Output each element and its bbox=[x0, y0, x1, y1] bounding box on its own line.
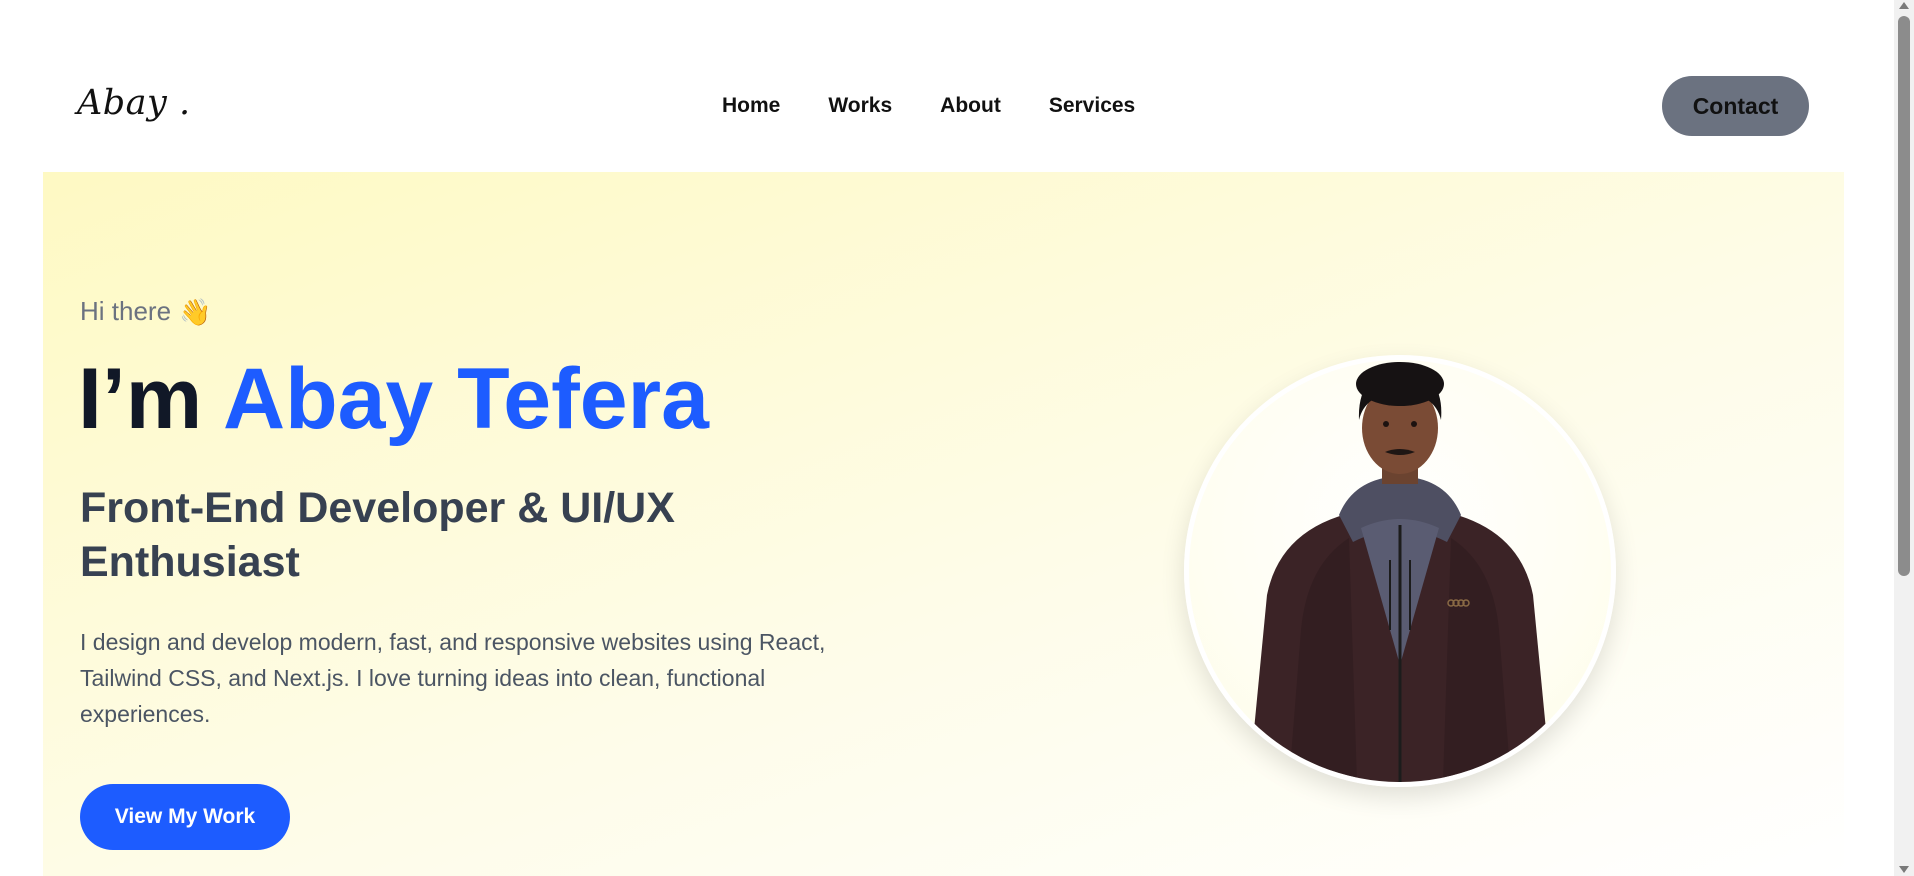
headline-prefix: I’m bbox=[78, 351, 203, 447]
scroll-down-arrow-icon[interactable] bbox=[1899, 866, 1909, 873]
nav-link-about[interactable]: About bbox=[940, 94, 1001, 118]
nav-link-home[interactable]: Home bbox=[722, 94, 780, 118]
view-my-work-button[interactable]: View My Work bbox=[80, 784, 290, 850]
greeting-text: Hi there bbox=[80, 296, 172, 326]
site-header: Abay . Home Works About Services Contact bbox=[0, 0, 1894, 172]
hero-greeting: Hi there 👋 bbox=[80, 296, 211, 327]
nav-link-services[interactable]: Services bbox=[1049, 94, 1135, 118]
headline-name: Abay Tefera bbox=[222, 351, 709, 447]
person-portrait-illustration bbox=[1249, 362, 1551, 782]
profile-photo bbox=[1184, 355, 1616, 787]
hero-headline: I’m Abay Tefera bbox=[78, 352, 709, 447]
site-logo[interactable]: Abay . bbox=[77, 83, 191, 123]
page: Abay . Home Works About Services Contact… bbox=[0, 0, 1914, 876]
scrollbar-thumb[interactable] bbox=[1898, 16, 1910, 576]
waving-hand-icon: 👋 bbox=[179, 296, 212, 327]
hero-section: Hi there 👋 I’m Abay Tefera Front-End Dev… bbox=[43, 172, 1844, 876]
contact-button[interactable]: Contact bbox=[1662, 76, 1809, 136]
hero-role: Front-End Developer & UI/UX Enthusiast bbox=[80, 484, 675, 586]
main-nav: Home Works About Services bbox=[722, 94, 1183, 118]
scroll-up-arrow-icon[interactable] bbox=[1899, 2, 1909, 9]
hero-description: I design and develop modern, fast, and r… bbox=[80, 629, 826, 727]
vertical-scrollbar[interactable] bbox=[1894, 0, 1914, 876]
nav-link-works[interactable]: Works bbox=[828, 94, 892, 118]
